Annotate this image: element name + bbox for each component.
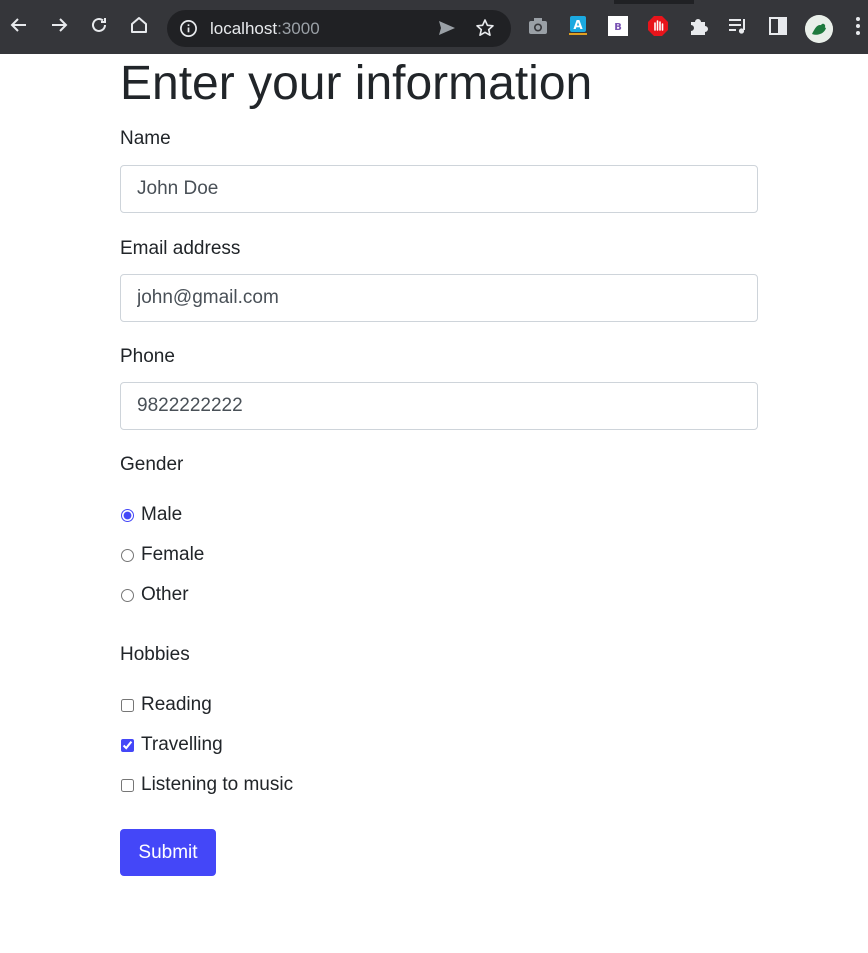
bootstrap-extension[interactable]: B (606, 14, 630, 38)
browser-toolbar: localhost:3000 A B (0, 0, 868, 54)
side-panel-icon (769, 17, 787, 35)
profile-picture-icon (805, 15, 833, 43)
url-host: localhost (210, 19, 278, 38)
translate-extension[interactable]: A (566, 14, 590, 38)
info-icon[interactable] (179, 19, 198, 38)
active-tab-edge[interactable] (0, 0, 614, 4)
gender-radio-male[interactable] (121, 508, 134, 522)
arrow-right-icon (52, 18, 68, 32)
stop-hand-icon (648, 16, 668, 36)
puzzle-icon (691, 19, 708, 35)
email-label: Email address (120, 238, 241, 259)
hobby-checkbox-travelling[interactable] (121, 738, 134, 752)
gender-option-female[interactable]: Female (120, 543, 758, 567)
send-icon[interactable] (437, 18, 457, 38)
gender-option-label: Male (141, 504, 183, 525)
media-queue-icon (729, 19, 745, 34)
arrow-left-icon (10, 18, 26, 32)
bootstrap-icon: B (608, 16, 628, 36)
forward-button[interactable] (45, 11, 73, 39)
hobbies-label: Hobbies (120, 644, 190, 665)
gender-label: Gender (120, 454, 184, 475)
gender-option-label: Female (141, 544, 205, 565)
bootstrap-letter: B (614, 22, 622, 33)
page-content: Enter your information Name Email addres… (120, 54, 758, 876)
translate-letter: A (573, 18, 583, 32)
avatar[interactable] (805, 15, 833, 43)
gender-option-male[interactable]: Male (120, 503, 758, 527)
hobby-option-travelling[interactable]: Travelling (120, 733, 758, 757)
camera-icon (529, 18, 547, 34)
email-field[interactable] (120, 274, 758, 322)
home-icon (131, 17, 147, 33)
gender-radio-female[interactable] (121, 548, 134, 562)
hobby-option-reading[interactable]: Reading (120, 693, 758, 717)
tab-strip (0, 0, 868, 4)
browser-menu-button[interactable] (846, 14, 868, 38)
camera-extension[interactable] (526, 14, 550, 38)
name-field[interactable] (120, 165, 758, 213)
phone-field[interactable] (120, 382, 758, 430)
star-icon[interactable] (475, 18, 495, 38)
hobby-option-music[interactable]: Listening to music (120, 773, 758, 797)
name-label: Name (120, 128, 171, 149)
hobby-option-label: Reading (141, 694, 212, 715)
hobby-checkbox-reading[interactable] (121, 698, 134, 712)
side-panel-button[interactable] (766, 14, 790, 38)
hobby-option-label: Listening to music (141, 774, 294, 795)
reload-icon (92, 17, 106, 32)
phone-label: Phone (120, 346, 175, 367)
extensions-button[interactable] (686, 14, 710, 38)
kebab-menu-icon (856, 17, 860, 35)
home-button[interactable] (125, 11, 153, 39)
hobby-checkbox-music[interactable] (121, 778, 134, 792)
page-title: Enter your information (120, 57, 593, 110)
submit-button[interactable]: Submit (120, 829, 216, 876)
adblock-extension[interactable] (646, 14, 670, 38)
media-queue-button[interactable] (726, 14, 750, 38)
address-bar[interactable]: localhost:3000 (167, 10, 511, 47)
reload-button[interactable] (85, 11, 113, 39)
translate-icon: A (569, 16, 587, 35)
hobby-option-label: Travelling (141, 734, 223, 755)
gender-option-label: Other (141, 584, 189, 605)
inactive-tab-edge[interactable] (694, 0, 868, 4)
url-port: :3000 (277, 19, 320, 38)
gender-option-other[interactable]: Other (120, 583, 758, 607)
back-button[interactable] (5, 11, 33, 39)
gender-radio-other[interactable] (121, 588, 134, 602)
url-text: localhost:3000 (210, 19, 320, 39)
